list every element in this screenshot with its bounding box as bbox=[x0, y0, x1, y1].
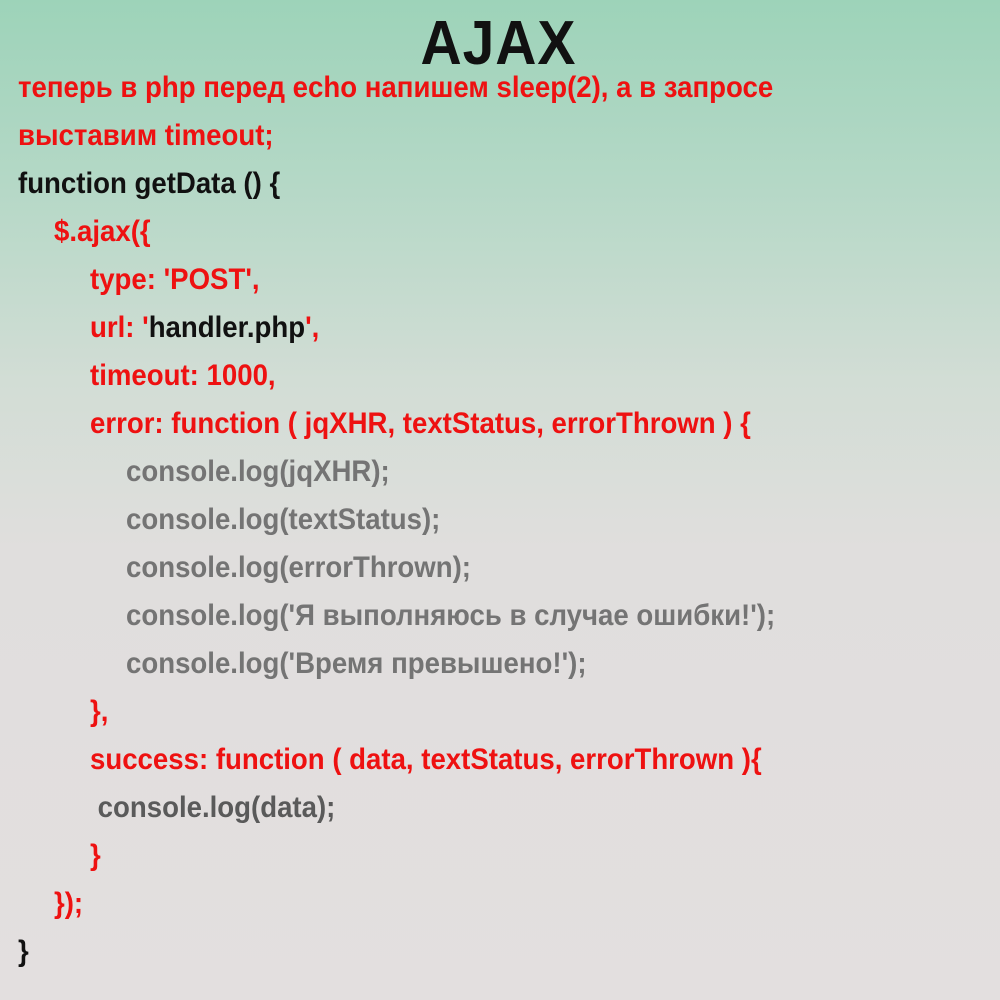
intro-line-2: выставим timeout; bbox=[18, 119, 274, 152]
code-error-body-line: console.log(textStatus); bbox=[126, 503, 441, 536]
code-timeout-line: timeout: 1000, bbox=[90, 359, 276, 392]
code-url-value: handler.php bbox=[148, 311, 306, 344]
intro-line-1: теперь в php перед echo напишем sleep(2)… bbox=[18, 71, 774, 104]
code-success-body: console.log(data); bbox=[90, 791, 336, 824]
code-url-end: ', bbox=[305, 311, 320, 344]
code-url-key: url: ' bbox=[90, 311, 149, 344]
code-error-close: }, bbox=[90, 695, 109, 728]
code-error-body-line: console.log(jqXHR); bbox=[126, 455, 390, 488]
code-error-open: error: function ( jqXHR, textStatus, err… bbox=[90, 407, 751, 440]
code-function-close: } bbox=[18, 935, 29, 968]
code-ajax-open: $.ajax({ bbox=[54, 215, 151, 248]
code-error-body-line: console.log(errorThrown); bbox=[126, 551, 471, 584]
code-function-open: function getData () { bbox=[18, 167, 281, 200]
code-url-line: url: 'handler.php', bbox=[90, 304, 319, 352]
code-success-close: } bbox=[90, 839, 101, 872]
code-success-open: success: function ( data, textStatus, er… bbox=[90, 743, 762, 776]
code-ajax-close: }); bbox=[54, 887, 84, 920]
code-error-body-line: console.log('Время превышено!'); bbox=[126, 647, 587, 680]
code-error-body-line: console.log('Я выполняюсь в случае ошибк… bbox=[126, 599, 776, 632]
code-type-line: type: 'POST', bbox=[90, 263, 260, 296]
